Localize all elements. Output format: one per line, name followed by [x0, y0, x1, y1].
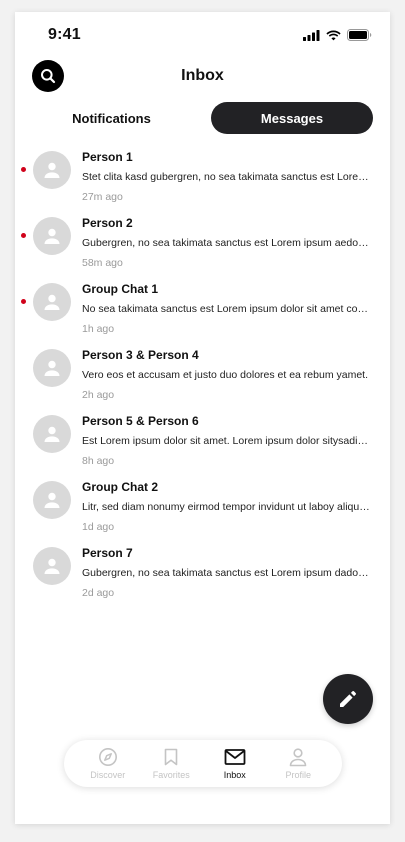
unread-dot — [21, 299, 26, 304]
message-preview: Stet clita kasd gubergren, no sea takima… — [82, 171, 370, 183]
message-sender: Person 5 & Person 6 — [82, 414, 199, 428]
message-timestamp: 1h ago — [82, 323, 115, 335]
person-icon — [44, 426, 60, 442]
bottom-nav: Discover Favorites Inbox Profile — [64, 740, 342, 787]
bookmark-icon — [164, 748, 178, 766]
compass-icon — [98, 748, 117, 766]
header: Inbox — [15, 60, 390, 92]
message-sender: Group Chat 2 — [82, 480, 159, 494]
person-icon — [44, 228, 60, 244]
pencil-icon — [340, 691, 356, 707]
avatar — [33, 283, 71, 321]
avatar — [33, 547, 71, 585]
message-preview: Vero eos et accusam et justo duo dolores… — [82, 369, 368, 381]
message-sender: Person 1 — [82, 150, 133, 164]
person-icon — [44, 294, 60, 310]
list-item[interactable]: Person 3 & Person 4 Vero eos et accusam … — [15, 344, 390, 410]
battery-icon — [347, 29, 372, 41]
message-timestamp: 1d ago — [82, 521, 115, 533]
avatar — [33, 415, 71, 453]
avatar — [33, 151, 71, 189]
avatar — [33, 481, 71, 519]
person-icon — [44, 558, 60, 574]
tab-notifications[interactable]: Notifications — [30, 102, 193, 134]
status-bar: 9:41 — [15, 12, 390, 56]
message-timestamp: 2h ago — [82, 389, 115, 401]
list-item[interactable]: Person 1 Stet clita kasd gubergren, no s… — [15, 146, 390, 212]
message-sender: Person 7 — [82, 546, 133, 560]
nav-label: Profile — [285, 770, 311, 780]
nav-item-favorites[interactable]: Favorites — [143, 747, 199, 780]
message-timestamp: 8h ago — [82, 455, 115, 467]
tab-messages[interactable]: Messages — [211, 102, 373, 134]
list-item[interactable]: Group Chat 1 No sea takimata sanctus est… — [15, 278, 390, 344]
message-preview: Litr, sed diam nonumy eirmod tempor invi… — [82, 501, 370, 513]
message-preview: Est Lorem ipsum dolor sit amet. Lorem ip… — [82, 435, 370, 447]
list-item[interactable]: Person 7 Gubergren, no sea takimata sanc… — [15, 542, 390, 608]
message-timestamp: 2d ago — [82, 587, 115, 599]
person-icon — [44, 162, 60, 178]
message-list: Person 1 Stet clita kasd gubergren, no s… — [15, 146, 390, 608]
list-item[interactable]: Person 2 Gubergren, no sea takimata sanc… — [15, 212, 390, 278]
message-preview: Gubergren, no sea takimata sanctus est L… — [82, 237, 370, 249]
page-title: Inbox — [181, 67, 224, 84]
nav-label: Favorites — [152, 770, 190, 780]
nav-item-inbox[interactable]: Inbox — [207, 747, 263, 780]
person-icon — [289, 748, 307, 767]
person-icon — [44, 360, 60, 376]
message-preview: No sea takimata sanctus est Lorem ipsum … — [82, 303, 370, 315]
message-sender: Person 2 — [82, 216, 133, 230]
status-time: 9:41 — [48, 26, 81, 43]
list-item[interactable]: Person 5 & Person 6 Est Lorem ipsum dolo… — [15, 410, 390, 476]
envelope-icon — [224, 749, 246, 765]
unread-dot — [21, 233, 26, 238]
message-preview: Gubergren, no sea takimata sanctus est L… — [82, 567, 370, 579]
nav-item-profile[interactable]: Profile — [270, 747, 326, 780]
signal-icon — [303, 29, 320, 41]
message-timestamp: 27m ago — [82, 191, 123, 203]
avatar — [33, 349, 71, 387]
unread-dot — [21, 167, 26, 172]
avatar — [33, 217, 71, 255]
phone-screen: 9:41 Inbox Notifications Messages Person… — [15, 12, 390, 824]
tab-bar: Notifications Messages — [30, 102, 373, 134]
status-icons — [303, 29, 372, 41]
list-item[interactable]: Group Chat 2 Litr, sed diam nonumy eirmo… — [15, 476, 390, 542]
compose-button[interactable] — [323, 674, 373, 724]
nav-item-discover[interactable]: Discover — [80, 747, 136, 780]
wifi-icon — [326, 30, 341, 40]
nav-label: Inbox — [223, 770, 246, 780]
message-sender: Group Chat 1 — [82, 282, 159, 296]
person-icon — [44, 492, 60, 508]
message-timestamp: 58m ago — [82, 257, 123, 269]
message-sender: Person 3 & Person 4 — [82, 348, 199, 362]
nav-label: Discover — [90, 770, 126, 780]
